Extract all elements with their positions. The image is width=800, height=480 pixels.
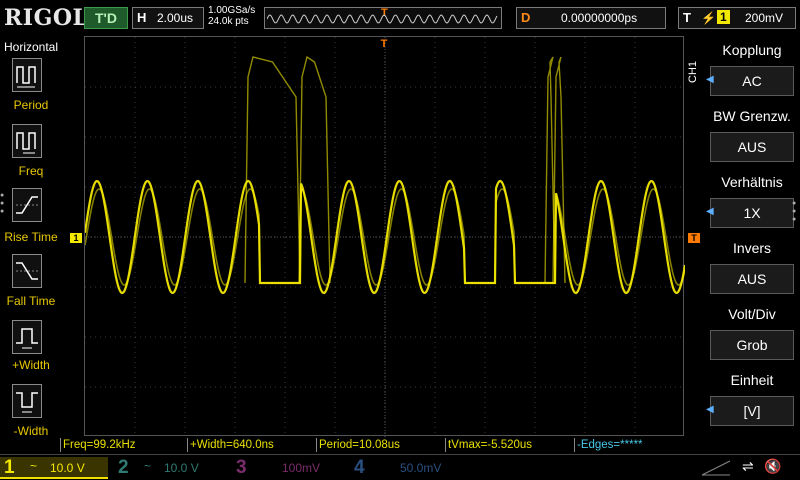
period-label: Period [13, 98, 49, 112]
fall-time-button[interactable] [12, 254, 42, 288]
probe-ratio-title: Verhältnis [721, 174, 783, 190]
speaker-mute-icon[interactable]: 🔇 [764, 458, 781, 475]
volts-div-value: Grob [710, 330, 794, 360]
menu-bandwidth-limit[interactable]: BW Grenzw. AUS [704, 104, 800, 168]
trigger-source: 1 [717, 10, 730, 24]
channel-3-box[interactable]: 3 100mV [232, 457, 344, 479]
menu-volts-div[interactable]: Volt/Div Grob [704, 302, 800, 366]
channel-2-number: 2 [118, 457, 129, 478]
channel-1-number: 1 [4, 457, 15, 478]
channel-2-box[interactable]: 2 ~ 10.0 V [114, 457, 226, 479]
unit-title: Einheit [730, 372, 774, 388]
invert-value: AUS [710, 264, 794, 294]
menu-coupling[interactable]: Kopplung AC ◀ [704, 38, 800, 102]
horizontal-measure-panel: Horizontal Period Freq Rise Time Fall Ti… [0, 36, 64, 438]
ac-coupling-icon: ~ [30, 459, 38, 473]
panel-title: Horizontal [4, 40, 59, 54]
ch1-offset-marker[interactable]: 1 [70, 233, 82, 243]
measurement-negative-edges[interactable]: -Edges=***** [574, 438, 702, 452]
period-icon [16, 66, 36, 88]
rise-time-label: Rise Time [4, 230, 58, 244]
bandwidth-value: AUS [710, 132, 794, 162]
channel-bar: 1 ~ 10.0 V 2 ~ 10.0 V 3 100mV 4 50.0mV ⇌… [0, 454, 800, 480]
negative-width-button[interactable] [12, 384, 42, 418]
rise-edge-icon [16, 196, 38, 214]
channel-menu: Kopplung AC ◀ BW Grenzw. AUS Verhältnis … [704, 36, 800, 436]
run-state-indicator[interactable]: T'D [84, 7, 128, 29]
delay-label: D [521, 10, 531, 25]
navigation-arrow-icon[interactable] [700, 459, 734, 477]
menu-arrow-icon: ◀ [706, 404, 714, 415]
memory-waveform [267, 14, 498, 24]
freq-icon [16, 132, 36, 154]
fall-edge-icon [16, 262, 38, 280]
timebase-value: 2.00us [157, 11, 194, 25]
menu-arrow-icon: ◀ [706, 206, 714, 217]
freq-label: Freq [18, 164, 44, 178]
ac-coupling-icon: ~ [144, 459, 152, 473]
sample-info: 1.00GSa/s 24.0k pts [208, 5, 255, 27]
trigger-time-marker-label: T [380, 38, 388, 50]
measurement-period[interactable]: Period=10.08us [316, 438, 444, 452]
rise-time-button[interactable] [12, 188, 42, 222]
channel-4-box[interactable]: 4 50.0mV [350, 457, 462, 479]
negative-width-label: -Width [13, 424, 49, 438]
rising-edge-icon: ⚡ [701, 11, 716, 25]
unit-value: [V] [710, 396, 794, 426]
right-scroll-indicator[interactable]: ● ● ● [792, 200, 798, 224]
menu-unit[interactable]: Einheit [V] ◀ [704, 368, 800, 432]
waveform-display[interactable] [83, 36, 687, 437]
positive-pulse-icon [16, 328, 38, 349]
trigger-label: T [683, 10, 691, 25]
trigger-level: 200mV [745, 11, 784, 25]
positive-width-button[interactable] [12, 320, 42, 354]
left-scroll-indicator[interactable]: ● ● ● [0, 192, 6, 216]
sample-rate: 1.00GSa/s [208, 5, 256, 16]
channel-3-scale: 100mV [282, 461, 321, 475]
ch1-trace [244, 56, 301, 284]
graticule [83, 37, 687, 437]
delay-box[interactable]: D 0.00000000ps [516, 7, 666, 29]
invert-title: Invers [732, 240, 772, 256]
freq-button[interactable] [12, 124, 42, 158]
trigger-box[interactable]: T ⚡ 1 200mV [678, 7, 796, 29]
brand-logo: RIGOL [4, 5, 89, 31]
volts-div-title: Volt/Div [728, 306, 776, 322]
coupling-value: AC [710, 66, 794, 96]
usb-icon: ⇌ [742, 458, 754, 474]
coupling-title: Kopplung [722, 42, 782, 58]
measurement-freq[interactable]: Freq=99.2kHz [60, 438, 186, 452]
memory-depth: 24.0k pts [208, 16, 249, 27]
menu-invert[interactable]: Invers AUS [704, 236, 800, 300]
negative-pulse-icon [16, 392, 38, 413]
memory-overview: T [264, 7, 502, 29]
menu-arrow-icon: ◀ [706, 74, 714, 85]
measurement-bar: Freq=99.2kHz +Width=640.0ns Period=10.08… [60, 438, 800, 452]
period-button[interactable] [12, 58, 42, 92]
delay-value: 0.00000000ps [561, 11, 638, 25]
bandwidth-title: BW Grenzw. [713, 108, 791, 124]
channel-3-number: 3 [236, 457, 247, 478]
channel-4-scale: 50.0mV [400, 461, 442, 475]
trigger-time-marker[interactable]: T [378, 38, 390, 54]
channel-1-scale: 10.0 V [50, 461, 85, 475]
probe-ratio-value: 1X [710, 198, 794, 228]
menu-probe-ratio[interactable]: Verhältnis 1X ◀ [704, 170, 800, 234]
status-bar: RIGOL T'D H 2.00us 1.00GSa/s 24.0k pts T… [0, 0, 800, 36]
timebase-label: H [137, 10, 147, 25]
trigger-level-marker[interactable]: T [688, 233, 700, 243]
channel-4-number: 4 [354, 457, 365, 478]
measurement-tvmax[interactable]: tVmax=-5.520us [445, 438, 573, 452]
channel-1-box[interactable]: 1 ~ 10.0 V [0, 457, 108, 479]
measurement-positive-width[interactable]: +Width=640.0ns [187, 438, 315, 452]
timebase-box[interactable]: H 2.00us [132, 7, 204, 29]
fall-time-label: Fall Time [6, 294, 56, 308]
positive-width-label: +Width [12, 358, 50, 372]
channel-tag: CH1 [687, 60, 699, 83]
channel-2-scale: 10.0 V [164, 461, 199, 475]
